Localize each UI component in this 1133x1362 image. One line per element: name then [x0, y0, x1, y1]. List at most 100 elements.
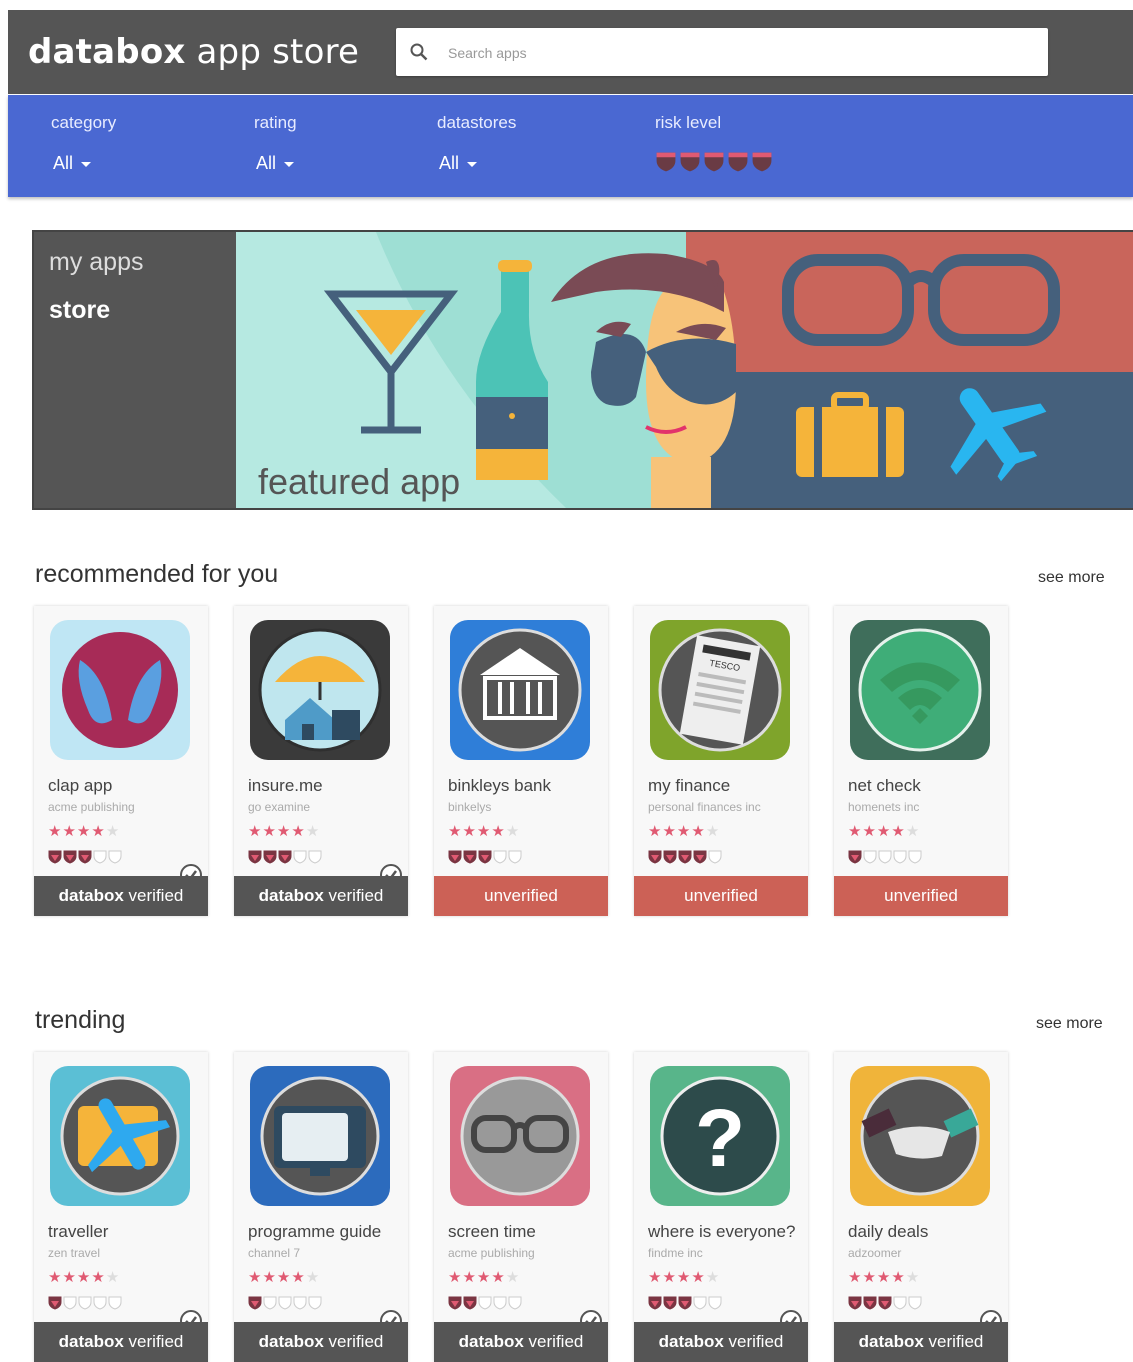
see-more-recommended-link[interactable]: see more: [1038, 569, 1105, 587]
risk-shield-icon: [863, 1296, 877, 1310]
nav-my-apps[interactable]: my apps: [49, 248, 143, 277]
star-icon: ★: [48, 823, 63, 840]
app-name[interactable]: binkleys bank: [448, 776, 551, 796]
glasses-icon[interactable]: [450, 1066, 590, 1206]
app-card[interactable]: programme guide channel 7 ★★★★★ databox ver…: [234, 1052, 408, 1362]
wifi-icon[interactable]: [850, 620, 990, 760]
risk-shield-icon[interactable]: [727, 151, 749, 173]
risk-level-selector[interactable]: [655, 151, 775, 178]
see-more-trending-link[interactable]: see more: [1036, 1015, 1103, 1033]
risk-shield-icon: [248, 1296, 262, 1310]
nav-store[interactable]: store: [49, 296, 110, 325]
featured-app-banner[interactable]: featured app: [236, 232, 1133, 508]
app-rating: ★★★★★: [848, 1268, 920, 1286]
filter-datastores-dropdown[interactable]: All: [439, 153, 478, 174]
app-rating: ★★★★★: [648, 1268, 720, 1286]
star-icon: ★: [462, 823, 477, 840]
handshake-icon[interactable]: [850, 1066, 990, 1206]
app-name[interactable]: where is everyone?: [648, 1222, 795, 1242]
risk-shield-icon: [293, 850, 307, 864]
side-nav: my apps store: [34, 232, 234, 508]
house-umbrella-icon[interactable]: [250, 620, 390, 760]
tv-icon[interactable]: [250, 1066, 390, 1206]
risk-shield-icon: [63, 1296, 77, 1310]
app-rating: ★★★★★: [248, 1268, 320, 1286]
risk-shield-icon: [248, 850, 262, 864]
app-card[interactable]: daily deals adzoomer ★★★★★ databox verified: [834, 1052, 1008, 1362]
risk-shield-icon: [108, 850, 122, 864]
star-icon: ★: [291, 1269, 306, 1286]
app-risk-level: [848, 850, 923, 869]
risk-shield-icon: [463, 850, 477, 864]
filter-category-dropdown[interactable]: All: [53, 153, 92, 174]
question-mark-icon[interactable]: ?: [650, 1066, 790, 1206]
verification-badge: unverified: [834, 876, 1008, 916]
risk-shield-icon[interactable]: [751, 151, 773, 173]
app-name[interactable]: insure.me: [248, 776, 323, 796]
app-card[interactable]: TESCO my finance personal finances inc ★★★★…: [634, 606, 808, 916]
star-icon: ★: [848, 1269, 863, 1286]
star-icon: ★: [491, 823, 506, 840]
receipt-icon[interactable]: TESCO: [650, 620, 790, 760]
app-name[interactable]: net check: [848, 776, 921, 796]
badge-status-text: unverified: [484, 886, 558, 905]
app-risk-level: [248, 1296, 323, 1315]
risk-shield-icon: [848, 850, 862, 864]
risk-shield-icon[interactable]: [679, 151, 701, 173]
risk-shield-icon[interactable]: [655, 151, 677, 173]
risk-shield-icon: [893, 850, 907, 864]
filter-risk-level: risk level: [655, 113, 772, 172]
star-icon: ★: [305, 1269, 321, 1286]
star-icon: ★: [262, 1269, 277, 1286]
verification-badge: databox verified: [34, 876, 208, 916]
filter-rating-dropdown[interactable]: All: [256, 153, 295, 174]
filter-rating-label: rating: [254, 113, 297, 132]
app-header: databox app store: [8, 10, 1133, 94]
app-name[interactable]: clap app: [48, 776, 112, 796]
search-icon: [410, 43, 428, 61]
app-card[interactable]: binkleys bank binkelys ★★★★★ unverified: [434, 606, 608, 916]
app-risk-level: [448, 850, 523, 869]
app-card[interactable]: screen time acme publishing ★★★★★ databox v…: [434, 1052, 608, 1362]
app-name[interactable]: traveller: [48, 1222, 108, 1242]
app-publisher: acme publishing: [48, 800, 135, 814]
filter-category: category All: [51, 113, 116, 173]
star-icon: ★: [91, 823, 106, 840]
badge-brand: databox: [58, 886, 124, 905]
app-card[interactable]: traveller zen travel ★★★★★ databox verified: [34, 1052, 208, 1362]
app-card[interactable]: net check homenets inc ★★★★★ unverified: [834, 606, 1008, 916]
app-risk-level: [648, 1296, 723, 1315]
risk-shield-icon[interactable]: [703, 151, 725, 173]
app-card[interactable]: clap app acme publishing ★★★★★ databox veri…: [34, 606, 208, 916]
app-publisher: personal finances inc: [648, 800, 761, 814]
app-name[interactable]: my finance: [648, 776, 730, 796]
app-name[interactable]: screen time: [448, 1222, 536, 1242]
verification-badge: unverified: [634, 876, 808, 916]
star-icon: ★: [876, 1269, 892, 1286]
risk-shield-icon: [493, 1296, 507, 1310]
star-icon: ★: [891, 823, 906, 840]
star-icon: ★: [491, 1269, 506, 1286]
app-logo[interactable]: databox app store: [28, 32, 359, 72]
star-icon: ★: [448, 823, 463, 840]
app-name[interactable]: programme guide: [248, 1222, 381, 1242]
bank-icon[interactable]: [450, 620, 590, 760]
star-icon: ★: [676, 823, 692, 840]
verification-badge: databox verified: [234, 1322, 408, 1362]
app-card[interactable]: insure.me go examine ★★★★★ databox verified: [234, 606, 408, 916]
app-publisher: findme inc: [648, 1246, 703, 1260]
search-box[interactable]: [396, 28, 1048, 76]
app-risk-level: [848, 1296, 923, 1315]
risk-shield-icon: [108, 1296, 122, 1310]
app-name[interactable]: daily deals: [848, 1222, 928, 1242]
star-icon: ★: [276, 823, 292, 840]
app-card[interactable]: ? where is everyone? findme inc ★★★★★ databo…: [634, 1052, 808, 1362]
app-risk-level: [648, 850, 723, 869]
clap-hands-icon[interactable]: [50, 620, 190, 760]
risk-shield-icon: [693, 850, 707, 864]
risk-shield-icon: [278, 850, 292, 864]
badge-status-text: verified: [328, 1332, 384, 1351]
star-icon: ★: [691, 1269, 706, 1286]
suitcase-plane-icon[interactable]: [50, 1066, 190, 1206]
search-input[interactable]: [446, 40, 1030, 66]
